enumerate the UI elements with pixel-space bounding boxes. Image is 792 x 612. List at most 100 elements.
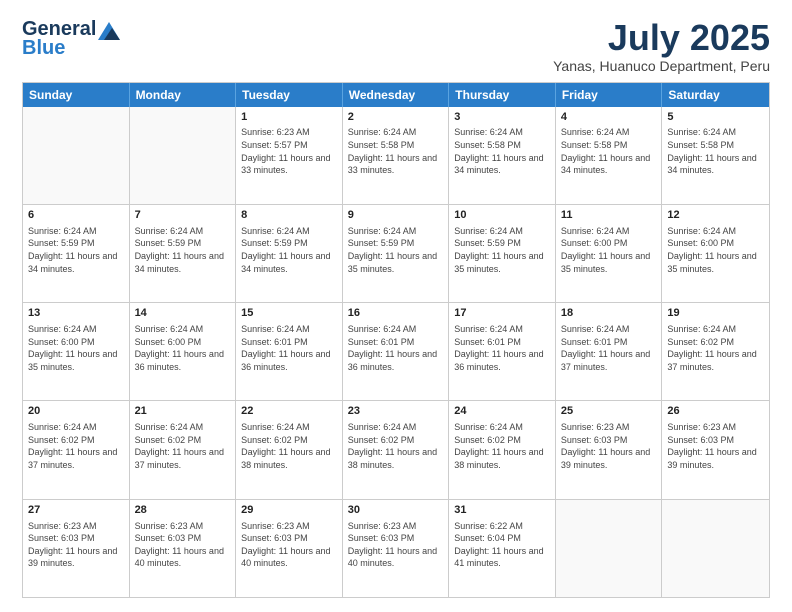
calendar-day-24: 24Sunrise: 6:24 AM Sunset: 6:02 PM Dayli… xyxy=(449,401,556,498)
day-number: 20 xyxy=(28,404,124,419)
calendar-day-29: 29 Sunrise: 6:23 AM Sunset: 6:03 PM Dayli… xyxy=(236,500,343,597)
logo-text-blue: Blue xyxy=(22,37,65,60)
calendar-day-18: 18Sunrise: 6:24 AM Sunset: 6:01 PM Dayli… xyxy=(556,303,663,400)
day-number: 3 xyxy=(454,110,550,125)
day-number: 8 xyxy=(241,208,337,223)
day-number: 15 xyxy=(241,306,337,321)
day-info: Sunrise: 6:24 AM Sunset: 6:02 PM Dayligh… xyxy=(348,421,444,471)
calendar-day-12: 12 Sunrise: 6:24 AM Sunset: 6:00 PM Dayli… xyxy=(662,205,769,302)
day-number: 7 xyxy=(135,208,231,223)
day-info: Sunrise: 6:24 AM Sunset: 6:01 PM Dayligh… xyxy=(348,323,444,373)
calendar-day-1: 1Sunrise: 6:23 AM Sunset: 5:57 PM Daylig… xyxy=(236,107,343,204)
calendar-day-8: 8 Sunrise: 6:24 AM Sunset: 5:59 PM Daylig… xyxy=(236,205,343,302)
day-info: Sunrise: 6:24 AM Sunset: 6:00 PM Dayligh… xyxy=(28,323,124,373)
calendar-day-2: 2Sunrise: 6:24 AM Sunset: 5:58 PM Daylig… xyxy=(343,107,450,204)
day-number: 28 xyxy=(135,503,231,518)
day-number: 29 xyxy=(241,503,337,518)
calendar-day-21: 21Sunrise: 6:24 AM Sunset: 6:02 PM Dayli… xyxy=(130,401,237,498)
day-number: 22 xyxy=(241,404,337,419)
calendar-day-28: 28 Sunrise: 6:23 AM Sunset: 6:03 PM Dayli… xyxy=(130,500,237,597)
calendar-day-15: 15Sunrise: 6:24 AM Sunset: 6:01 PM Dayli… xyxy=(236,303,343,400)
day-number: 12 xyxy=(667,208,764,223)
day-number: 30 xyxy=(348,503,444,518)
day-info: Sunrise: 6:24 AM Sunset: 5:58 PM Dayligh… xyxy=(561,126,657,176)
calendar-day-11: 11 Sunrise: 6:24 AM Sunset: 6:00 PM Dayli… xyxy=(556,205,663,302)
weekday-header-saturday: Saturday xyxy=(662,83,769,107)
calendar-day-22: 22 Sunrise: 6:24 AM Sunset: 6:02 PM Dayli… xyxy=(236,401,343,498)
day-info: Sunrise: 6:24 AM Sunset: 5:58 PM Dayligh… xyxy=(348,126,444,176)
day-number: 31 xyxy=(454,503,550,518)
day-info: Sunrise: 6:24 AM Sunset: 6:02 PM Dayligh… xyxy=(135,421,231,471)
day-number: 1 xyxy=(241,110,337,125)
calendar-row-1: 1Sunrise: 6:23 AM Sunset: 5:57 PM Daylig… xyxy=(23,107,769,204)
location-subtitle: Yanas, Huanuco Department, Peru xyxy=(553,58,770,74)
day-number: 10 xyxy=(454,208,550,223)
calendar-day-empty xyxy=(130,107,237,204)
calendar-day-31: 31Sunrise: 6:22 AM Sunset: 6:04 PM Dayli… xyxy=(449,500,556,597)
calendar-day-4: 4Sunrise: 6:24 AM Sunset: 5:58 PM Daylig… xyxy=(556,107,663,204)
weekday-header-friday: Friday xyxy=(556,83,663,107)
calendar-day-5: 5Sunrise: 6:24 AM Sunset: 5:58 PM Daylig… xyxy=(662,107,769,204)
weekday-header-thursday: Thursday xyxy=(449,83,556,107)
calendar-day-9: 9Sunrise: 6:24 AM Sunset: 5:59 PM Daylig… xyxy=(343,205,450,302)
day-number: 14 xyxy=(135,306,231,321)
calendar-row-3: 13 Sunrise: 6:24 AM Sunset: 6:00 PM Dayli… xyxy=(23,302,769,400)
day-info: Sunrise: 6:24 AM Sunset: 6:00 PM Dayligh… xyxy=(667,225,764,275)
header: General Blue July 2025 Yanas, Huanuco De… xyxy=(22,18,770,74)
day-info: Sunrise: 6:23 AM Sunset: 6:03 PM Dayligh… xyxy=(667,421,764,471)
day-number: 23 xyxy=(348,404,444,419)
calendar-row-5: 27Sunrise: 6:23 AM Sunset: 6:03 PM Dayli… xyxy=(23,499,769,597)
weekday-header-wednesday: Wednesday xyxy=(343,83,450,107)
day-number: 18 xyxy=(561,306,657,321)
weekday-header-sunday: Sunday xyxy=(23,83,130,107)
day-number: 16 xyxy=(348,306,444,321)
day-info: Sunrise: 6:24 AM Sunset: 5:59 PM Dayligh… xyxy=(241,225,337,275)
day-number: 19 xyxy=(667,306,764,321)
page: General Blue July 2025 Yanas, Huanuco De… xyxy=(0,0,792,612)
day-info: Sunrise: 6:24 AM Sunset: 6:00 PM Dayligh… xyxy=(561,225,657,275)
calendar-day-13: 13 Sunrise: 6:24 AM Sunset: 6:00 PM Dayli… xyxy=(23,303,130,400)
calendar-body: 1Sunrise: 6:23 AM Sunset: 5:57 PM Daylig… xyxy=(23,107,769,597)
day-info: Sunrise: 6:23 AM Sunset: 6:03 PM Dayligh… xyxy=(348,520,444,570)
title-block: July 2025 Yanas, Huanuco Department, Per… xyxy=(553,18,770,74)
day-info: Sunrise: 6:24 AM Sunset: 6:02 PM Dayligh… xyxy=(241,421,337,471)
day-info: Sunrise: 6:24 AM Sunset: 6:00 PM Dayligh… xyxy=(135,323,231,373)
calendar-day-25: 25Sunrise: 6:23 AM Sunset: 6:03 PM Dayli… xyxy=(556,401,663,498)
day-number: 26 xyxy=(667,404,764,419)
calendar-day-27: 27Sunrise: 6:23 AM Sunset: 6:03 PM Dayli… xyxy=(23,500,130,597)
day-number: 11 xyxy=(561,208,657,223)
weekday-header-monday: Monday xyxy=(130,83,237,107)
calendar-day-6: 6 Sunrise: 6:24 AM Sunset: 5:59 PM Daylig… xyxy=(23,205,130,302)
day-info: Sunrise: 6:24 AM Sunset: 5:59 PM Dayligh… xyxy=(135,225,231,275)
calendar-day-20: 20Sunrise: 6:24 AM Sunset: 6:02 PM Dayli… xyxy=(23,401,130,498)
day-number: 5 xyxy=(667,110,764,125)
logo: General Blue xyxy=(22,18,120,60)
weekday-header-tuesday: Tuesday xyxy=(236,83,343,107)
day-number: 6 xyxy=(28,208,124,223)
calendar-day-empty xyxy=(662,500,769,597)
day-info: Sunrise: 6:24 AM Sunset: 5:58 PM Dayligh… xyxy=(667,126,764,176)
calendar-day-26: 26 Sunrise: 6:23 AM Sunset: 6:03 PM Dayli… xyxy=(662,401,769,498)
day-info: Sunrise: 6:24 AM Sunset: 5:58 PM Dayligh… xyxy=(454,126,550,176)
calendar: SundayMondayTuesdayWednesdayThursdayFrid… xyxy=(22,82,770,598)
calendar-day-16: 16 Sunrise: 6:24 AM Sunset: 6:01 PM Dayli… xyxy=(343,303,450,400)
day-number: 13 xyxy=(28,306,124,321)
day-info: Sunrise: 6:24 AM Sunset: 5:59 PM Dayligh… xyxy=(454,225,550,275)
calendar-day-10: 10 Sunrise: 6:24 AM Sunset: 5:59 PM Dayli… xyxy=(449,205,556,302)
logo-icon xyxy=(98,22,120,40)
calendar-day-17: 17 Sunrise: 6:24 AM Sunset: 6:01 PM Dayli… xyxy=(449,303,556,400)
calendar-header: SundayMondayTuesdayWednesdayThursdayFrid… xyxy=(23,83,769,107)
day-info: Sunrise: 6:24 AM Sunset: 6:02 PM Dayligh… xyxy=(667,323,764,373)
calendar-day-23: 23 Sunrise: 6:24 AM Sunset: 6:02 PM Dayli… xyxy=(343,401,450,498)
day-info: Sunrise: 6:23 AM Sunset: 6:03 PM Dayligh… xyxy=(561,421,657,471)
day-info: Sunrise: 6:24 AM Sunset: 6:01 PM Dayligh… xyxy=(454,323,550,373)
calendar-day-19: 19 Sunrise: 6:24 AM Sunset: 6:02 PM Dayli… xyxy=(662,303,769,400)
day-info: Sunrise: 6:23 AM Sunset: 6:03 PM Dayligh… xyxy=(135,520,231,570)
day-number: 24 xyxy=(454,404,550,419)
day-info: Sunrise: 6:23 AM Sunset: 6:03 PM Dayligh… xyxy=(241,520,337,570)
calendar-day-30: 30 Sunrise: 6:23 AM Sunset: 6:03 PM Dayli… xyxy=(343,500,450,597)
day-info: Sunrise: 6:24 AM Sunset: 5:59 PM Dayligh… xyxy=(28,225,124,275)
day-number: 17 xyxy=(454,306,550,321)
calendar-day-empty xyxy=(23,107,130,204)
page-title: July 2025 xyxy=(553,18,770,58)
